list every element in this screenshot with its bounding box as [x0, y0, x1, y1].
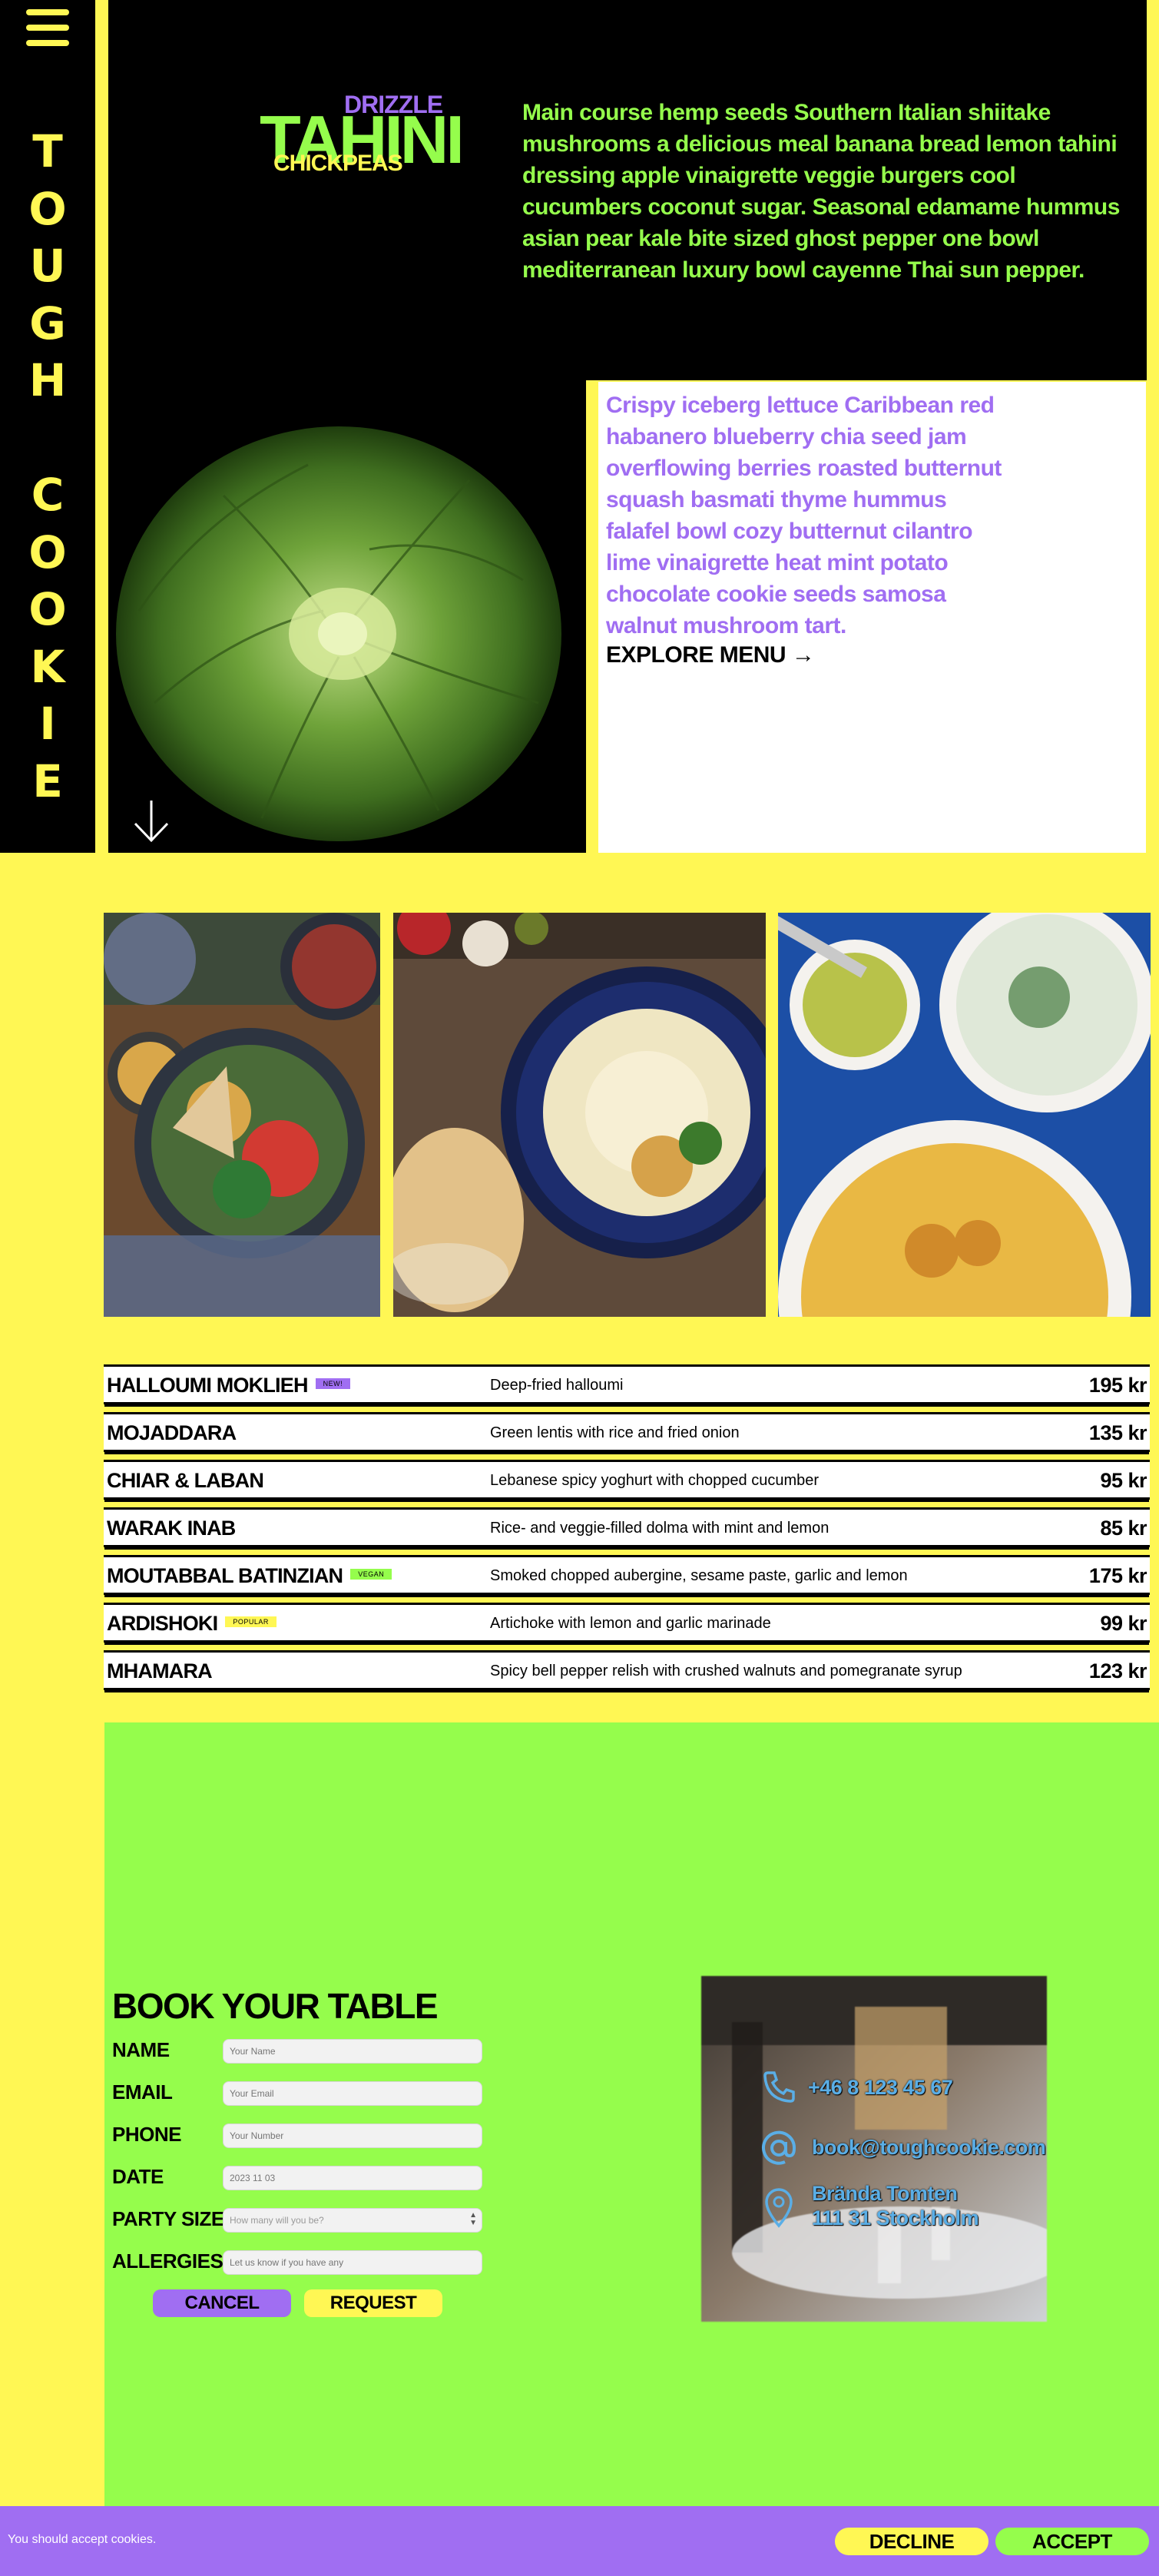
menu-row[interactable]: ARDISHOKI POPULAR Artichoke with lemon and…: [104, 1603, 1150, 1643]
lettuce-image: [108, 380, 586, 853]
menu-item-name: WARAK INAB: [107, 1517, 236, 1540]
menu-item-name: ARDISHOKI POPULAR: [107, 1612, 277, 1636]
party-size-label: PARTY SIZE: [112, 2207, 224, 2230]
menu-item-name-text: MHAMARA: [107, 1659, 213, 1683]
contact-phone[interactable]: +46 8 123 45 67: [808, 2076, 953, 2100]
logo-chickpeas: CHICKPEAS: [273, 151, 403, 176]
brand-letter: [0, 409, 95, 467]
menu-item-badge: POPULAR: [225, 1616, 277, 1627]
menu-row[interactable]: HALLOUMI MOKLIEH NEW! Deep-fried halloumi 1…: [104, 1364, 1150, 1404]
menu-item-name-text: CHIAR & LABAN: [107, 1469, 264, 1492]
menu-item-price: 135 kr: [1088, 1421, 1147, 1444]
arrow-down-icon[interactable]: [132, 799, 171, 844]
menu-item-price: 85 kr: [1100, 1517, 1147, 1540]
phone-label: PHONE: [112, 2123, 181, 2146]
brand-letter: K: [30, 640, 65, 693]
menu-item-description: Smoked chopped aubergine, sesame paste, …: [490, 1567, 908, 1584]
name-label: NAME: [112, 2038, 170, 2061]
menu-item-description: Spicy bell pepper relish with crushed wa…: [490, 1663, 962, 1679]
contact-email[interactable]: book@toughcookie.com: [812, 2136, 1046, 2160]
menu-item-name: MOJADDARA: [107, 1421, 237, 1445]
menu-item-description: Lebanese spicy yoghurt with chopped cucu…: [490, 1472, 820, 1489]
brand-letter: O: [28, 583, 67, 635]
accept-button[interactable]: ACCEPT: [995, 2528, 1149, 2555]
menu-item-description: Green lentis with rice and fried onion: [490, 1424, 740, 1441]
name-input[interactable]: [223, 2039, 482, 2064]
decline-button[interactable]: DECLINE: [835, 2528, 988, 2555]
brand-letter: T: [32, 125, 63, 177]
date-input[interactable]: 2023 11 03: [223, 2166, 482, 2190]
menu-item-badge: NEW!: [315, 1378, 351, 1389]
at-icon: [762, 2130, 796, 2165]
cookie-banner: You should accept cookies. DECLINE ACCEP…: [0, 2506, 1159, 2576]
menu-row[interactable]: MHAMARA Spicy bell pepper relish with cru…: [104, 1650, 1150, 1690]
menu-item-name: CHIAR & LABAN: [107, 1469, 264, 1493]
menu-item-description: Artichoke with lemon and garlic marinade: [490, 1615, 771, 1632]
menu-item-name-text: WARAK INAB: [107, 1517, 236, 1540]
spinner-arrows-icon[interactable]: ▲ ▼: [469, 2212, 477, 2227]
cookie-message: You should accept cookies.: [8, 2533, 157, 2546]
menu-item-name-text: MOUTABBAL BATINZIAN: [107, 1564, 343, 1587]
phone-icon: [763, 2071, 795, 2103]
brand-letter: G: [29, 297, 66, 350]
booking-title: BOOK YOUR TABLE: [112, 1986, 439, 2026]
brand-letter: I: [39, 698, 56, 750]
sidebar: TOUGH COOKIE: [0, 0, 95, 853]
cancel-button[interactable]: CANCEL: [153, 2289, 291, 2317]
brand-letter: E: [32, 754, 63, 807]
hero-body-text: Crispy iceberg lettuce Caribbean red hab…: [606, 393, 1002, 638]
menu-item-price: 123 kr: [1088, 1659, 1147, 1683]
menu-list: HALLOUMI MOKLIEH NEW! Deep-fried halloumi 1…: [104, 1364, 1150, 1698]
brand-letter: O: [28, 525, 67, 579]
booking-edge: [98, 1722, 104, 2506]
request-button[interactable]: REQUEST: [304, 2289, 442, 2317]
email-label: EMAIL: [112, 2080, 173, 2104]
menu-item-description: Deep-fried halloumi: [490, 1377, 624, 1394]
menu-item-name-text: MOJADDARA: [107, 1421, 237, 1444]
contact-address-line1: Brända Tomten: [812, 2182, 958, 2205]
hamburger-menu-icon[interactable]: [26, 9, 69, 46]
gallery-image-salad-bowl: [104, 913, 380, 1317]
menu-row[interactable]: MOUTABBAL BATINZIAN VEGAN Smoked chopped a…: [104, 1555, 1150, 1595]
menu-item-badge: VEGAN: [350, 1568, 392, 1580]
brand-wordmark-vertical: TOUGH COOKIE: [0, 123, 95, 810]
brand-letter: O: [28, 182, 67, 235]
allergies-label: ALLERGIES: [112, 2249, 224, 2273]
brand-letter: U: [29, 240, 66, 292]
menu-item-name-text: ARDISHOKI: [107, 1612, 218, 1635]
party-size-stepper[interactable]: How many will you be? ▲ ▼: [223, 2208, 482, 2233]
menu-item-description: Rice- and veggie-filled dolma with mint …: [490, 1520, 830, 1537]
menu-row[interactable]: CHIAR & LABAN Lebanese spicy yoghurt with…: [104, 1460, 1150, 1500]
gallery-image-dips: [778, 913, 1151, 1317]
menu-row[interactable]: WARAK INAB Rice- and veggie-filled dolma …: [104, 1507, 1150, 1547]
date-label: DATE: [112, 2165, 164, 2188]
menu-item-price: 99 kr: [1100, 1612, 1147, 1635]
contact-address-line2: 111 31 Stockholm: [812, 2206, 979, 2230]
menu-item-price: 95 kr: [1100, 1469, 1147, 1492]
menu-item-name: HALLOUMI MOKLIEH NEW!: [107, 1374, 351, 1397]
menu-item-name: MHAMARA: [107, 1659, 213, 1683]
gallery-image-hummus: [393, 913, 766, 1317]
menu-item-price: 175 kr: [1088, 1564, 1147, 1587]
hero-intro-text: Main course hemp seeds Southern Italian …: [522, 100, 1120, 283]
brand-letter: C: [31, 469, 65, 521]
phone-input[interactable]: [223, 2123, 482, 2148]
email-input[interactable]: [223, 2081, 482, 2106]
party-size-placeholder: How many will you be?: [230, 2215, 324, 2226]
explore-menu-link[interactable]: EXPLORE MENU →: [606, 642, 815, 668]
menu-row[interactable]: MOJADDARA Green lentis with rice and frie…: [104, 1412, 1150, 1452]
brand-letter: H: [28, 354, 67, 406]
location-pin-icon: [765, 2188, 793, 2228]
menu-item-price: 195 kr: [1088, 1374, 1147, 1397]
menu-item-name-text: HALLOUMI MOKLIEH: [107, 1374, 308, 1397]
menu-item-name: MOUTABBAL BATINZIAN VEGAN: [107, 1564, 392, 1588]
allergies-input[interactable]: [223, 2250, 482, 2275]
